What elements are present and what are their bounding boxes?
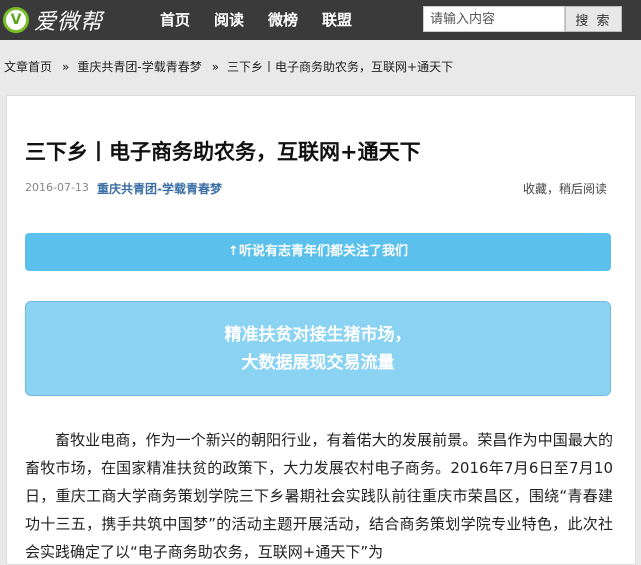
logo-text: 爱微帮 [34, 10, 104, 35]
headline-banner: 精准扶贫对接生猪市场， 大数据展现交易流量 [25, 301, 611, 396]
main-nav: 首页 阅读 微榜 联盟 [160, 0, 376, 40]
article-title: 三下乡丨电子商务助农务，互联网+通天下 [25, 140, 421, 164]
nav-read[interactable]: 阅读 [214, 0, 244, 40]
search-button[interactable]: 搜 索 [565, 6, 622, 32]
banner-line-2: 大数据展现交易流量 [241, 352, 395, 373]
breadcrumb-current: 三下乡丨电子商务助农务，互联网+通天下 [227, 60, 454, 74]
article-date: 2016-07-13 [25, 181, 89, 194]
logo-mark: V [10, 12, 22, 28]
breadcrumb-home[interactable]: 文章首页 [4, 60, 52, 74]
site-logo[interactable]: V 爱微帮 [3, 6, 104, 35]
logo-v-icon: V [3, 7, 29, 33]
breadcrumb-separator: » [62, 60, 70, 74]
banner-line-1: 精准扶贫对接生猪市场， [224, 324, 412, 345]
save-for-later-link[interactable]: 收藏，稍后阅读 [523, 180, 607, 197]
search-input[interactable] [423, 6, 565, 32]
article-source-link[interactable]: 重庆共青团-学载青春梦 [97, 180, 222, 197]
follow-banner: ↑听说有志青年们都关注了我们 [25, 233, 611, 271]
breadcrumb: 文章首页 » 重庆共青团-学载青春梦 » 三下乡丨电子商务助农务，互联网+通天下 [4, 58, 453, 75]
nav-ranking[interactable]: 微榜 [268, 0, 298, 40]
article-card: 三下乡丨电子商务助农务，互联网+通天下 2016-07-13 重庆共青团-学载青… [6, 95, 636, 565]
nav-home[interactable]: 首页 [160, 0, 190, 40]
nav-alliance[interactable]: 联盟 [322, 0, 352, 40]
article-body: 畜牧业电商，作为一个新兴的朝阳行业，有着偌大的发展前景。荣昌作为中国最大的畜牧市… [25, 431, 613, 561]
top-navbar: V 爱微帮 首页 阅读 微榜 联盟 搜 索 [0, 0, 641, 40]
breadcrumb-account[interactable]: 重庆共青团-学载青春梦 [77, 60, 201, 74]
breadcrumb-separator: » [211, 60, 220, 74]
